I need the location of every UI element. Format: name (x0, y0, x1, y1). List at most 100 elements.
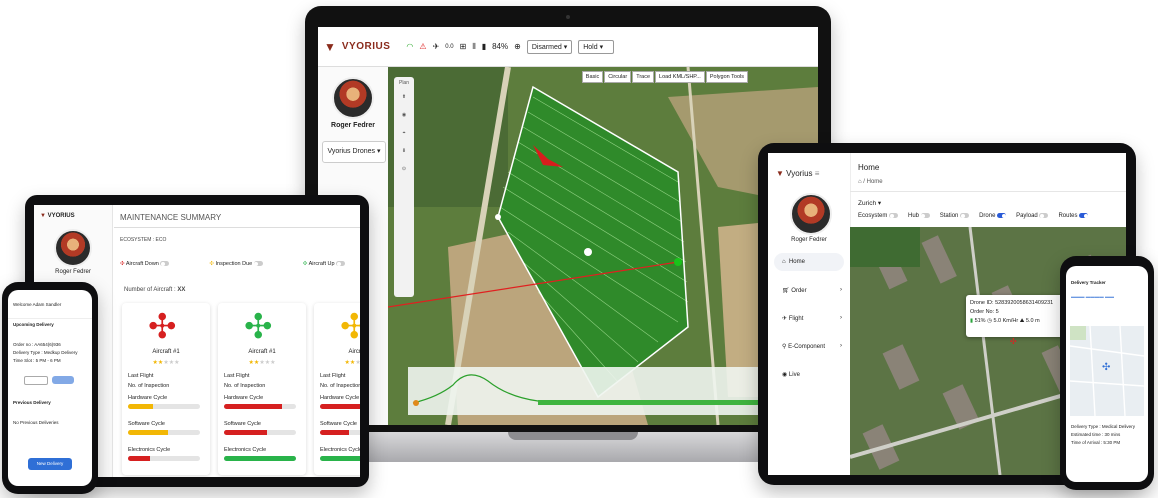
location-select[interactable]: Zurich ▾ (858, 199, 881, 207)
software-cycle-fill (128, 430, 168, 435)
tracker-title: Delivery Tracker (1071, 280, 1106, 285)
drone-marker-icon[interactable]: ✣ (1010, 337, 1017, 346)
electronics-cycle-fill (224, 456, 296, 461)
nav-label: Home (788, 259, 805, 265)
layer-toggle-routes[interactable]: Routes (1058, 213, 1089, 219)
tab-circular[interactable]: Circular (604, 71, 632, 83)
center-tool-icon[interactable]: ⊙ (394, 166, 414, 172)
flight-mode-value: Hold (583, 43, 598, 51)
layer-toggle-payload[interactable]: Payload (1016, 213, 1049, 219)
aircraft-card[interactable]: ✣ Aircraft #1 ★★★★★ Last Flight No. of Inspe… (218, 303, 306, 475)
toggle-switch[interactable] (1039, 213, 1049, 218)
fleet-sidebar: ▼ Vyorius ≡ Roger Fedrer ⌂ Home 🛒︎ Order… (768, 153, 851, 475)
tab-polygon-tools[interactable]: Polygon Tools (705, 71, 748, 83)
inspection-label: No. of Inspection (128, 383, 170, 389)
toggle-switch[interactable] (1079, 213, 1089, 218)
laptop-logo: VYORIUS (341, 41, 391, 52)
toggle-switch[interactable] (960, 213, 970, 218)
filter-inspection-due[interactable]: ✣ Inspection Due (209, 261, 263, 267)
roi-tool-icon[interactable]: ⌖ (394, 130, 414, 136)
layer-toggle-ecosystem[interactable]: Ecosystem (858, 213, 899, 219)
battery-icon: ▮ (970, 317, 974, 324)
maintenance-logo-text: VYORIUS (47, 213, 75, 219)
warning-icon: ⚠ (419, 42, 427, 51)
divider (8, 318, 92, 319)
toggle-switch[interactable] (997, 213, 1007, 218)
electronics-cycle-label: Electronics Cycle (224, 447, 267, 453)
layer-toggle-drone[interactable]: Drone (979, 213, 1007, 220)
toggle[interactable] (160, 261, 170, 267)
electronics-cycle-fill (320, 456, 360, 461)
nav-live[interactable]: ◉ Live (782, 371, 842, 378)
chevron-right-icon: › (840, 343, 842, 349)
nav-flight[interactable]: ✈ Flight › (782, 315, 842, 322)
org-select[interactable]: Vyorius Drones ▾ (322, 141, 386, 163)
software-cycle-fill (320, 430, 349, 435)
last-flight-label: Last Flight (320, 373, 346, 379)
takeoff-tool-icon[interactable]: ⬆ (394, 94, 414, 100)
tab-basic[interactable]: Basic (581, 71, 604, 83)
home-icon: ⌂ (858, 179, 862, 185)
arm-mode-value: Disarmed (531, 43, 562, 51)
hardware-cycle-label: Hardware Cycle (128, 395, 168, 401)
time-slot: Time Slot : 5 PM - 6 PM (13, 358, 61, 363)
layer-toggle-hub[interactable]: Hub (908, 213, 930, 219)
aircraft-card[interactable]: ✣ Aircraft #1 ★★★★★ Last Flight No. of Inspe… (122, 303, 210, 475)
component-icon: ⚲ (782, 344, 787, 350)
order-details: ▬▬▬ ▬▬▬▬ ▬▬ (1071, 294, 1115, 299)
layer-toggle-station[interactable]: Station (940, 213, 970, 219)
inspection-label: No. of Inspection (224, 383, 266, 389)
tracker-map[interactable]: ✣ (1069, 325, 1145, 417)
last-flight-label: Last Flight (224, 373, 250, 379)
new-delivery-button[interactable]: New Delivery (28, 458, 72, 470)
telemetry-value: 0.0 (445, 43, 454, 50)
aircraft-count: Number of Aircraft : XX (124, 287, 185, 293)
toggle-switch[interactable] (889, 213, 899, 218)
software-cycle-bar (128, 430, 200, 435)
flight-mode-select[interactable]: Hold ▾ (578, 39, 615, 54)
battery-value: 84% (492, 42, 509, 51)
land-tool-icon[interactable]: ⬇ (394, 148, 414, 154)
filter-aircraft-down[interactable]: ✣ Aircraft Down (120, 261, 170, 267)
hardware-cycle-fill (128, 404, 154, 409)
nav-home[interactable]: ⌂ Home (774, 253, 844, 271)
menu-collapse-icon[interactable]: ≡ (815, 169, 820, 178)
elevation-profile (408, 367, 818, 415)
nav-label: Order (791, 288, 807, 294)
drone-marker-icon: ✣ (1102, 362, 1111, 373)
hardware-cycle-fill (320, 404, 360, 409)
qr-code-button[interactable] (24, 376, 48, 385)
drone-speed: 5.0 Km/Hr (993, 317, 1019, 324)
altitude-icon: ⛰ (1019, 317, 1025, 324)
last-flight-label: Last Flight (128, 373, 154, 379)
mission-map[interactable]: Plan ⬆ ◉ ⌖ ⬇ ⊙ Basic Circular Trace Load… (388, 67, 818, 425)
laptop-toolbar: ▼ VYORIUS ◠ ⚠ ✈ 0.0 ⊞ ⫴ ▮ 84% ⊕ Disarmed… (318, 27, 818, 67)
toggle[interactable] (253, 261, 263, 267)
filter-aircraft-up[interactable]: ✣ Aircraft Up (303, 261, 346, 267)
layer-toggle-label: Drone (979, 213, 996, 220)
aircraft-card[interactable]: ✣ Aircraft ★★★★★ Last Flight No. of Inspecti… (314, 303, 360, 475)
waypoint-tool-icon[interactable]: ◉ (394, 112, 414, 118)
home-icon: ⌂ (782, 259, 786, 265)
tab-load-kml[interactable]: Load KML/SHP... (655, 71, 705, 83)
aircraft-name: Aircraft #1 (152, 349, 180, 355)
avatar (54, 229, 92, 267)
filter-label: Aircraft Up (308, 261, 335, 267)
electronics-cycle-bar (224, 456, 296, 461)
toggle[interactable] (336, 261, 346, 267)
breadcrumb-home[interactable]: Home (867, 179, 883, 185)
arm-mode-select[interactable]: Disarmed ▾ (526, 39, 573, 54)
track-button[interactable] (52, 376, 74, 384)
drone-stats: ▮ 51% ◷ 5.0 Km/Hr ⛰ 5.0 m (970, 317, 1064, 326)
nav-e-component[interactable]: ⚲ E-Component › (782, 343, 842, 350)
drone-info-popup: Drone ID: 5283920058631409231 Order No: … (966, 295, 1068, 337)
drone-altitude: 5.0 m (1025, 317, 1040, 324)
tracker-delivery-type: Delivery Type : Medical Delivery (1071, 424, 1135, 429)
no-previous-text: No Previous Deliveries (13, 420, 59, 425)
nav-order[interactable]: 🛒︎ Order › (782, 287, 842, 294)
toggle-switch[interactable] (920, 213, 930, 218)
software-cycle-bar (224, 430, 296, 435)
electronics-cycle-bar (320, 456, 360, 461)
plan-toolbar: Plan ⬆ ◉ ⌖ ⬇ ⊙ (394, 77, 414, 297)
tab-trace[interactable]: Trace (632, 71, 655, 83)
